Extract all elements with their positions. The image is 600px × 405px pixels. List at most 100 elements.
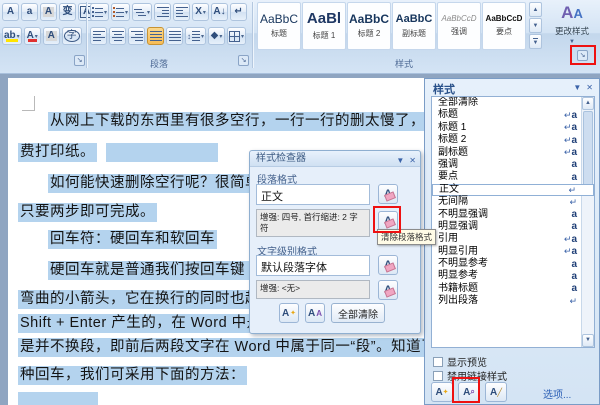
text-highlight-color-button[interactable]: ab ▾: [2, 27, 22, 45]
style-item-label: 不明显参考: [438, 258, 488, 270]
align-center-button[interactable]: [109, 27, 126, 45]
document-line[interactable]: 费打印纸。: [18, 143, 97, 162]
justify-button[interactable]: [147, 27, 164, 45]
gallery-scroll-down-button[interactable]: ▼: [529, 18, 542, 33]
style-type-icon: a: [571, 159, 577, 171]
font-color-icon: A: [26, 30, 34, 41]
style-list-item-正文[interactable]: 正文 ↵: [432, 183, 594, 197]
numbering-button[interactable]: ▾: [111, 3, 131, 21]
show-hide-marks-button[interactable]: ↵: [230, 3, 248, 21]
show-preview-checkbox[interactable]: [433, 356, 443, 367]
line-spacing-button[interactable]: ↕ ▾: [185, 27, 207, 45]
style-item-label: 列出段落: [438, 295, 478, 307]
style-list-item-不明显强调[interactable]: 不明显强调 a: [432, 209, 594, 221]
gallery-style-title[interactable]: AaBbC 标题: [257, 2, 301, 50]
document-line[interactable]: 种回车，我们可采用下面的方法：: [18, 366, 247, 385]
group-separator: [252, 2, 253, 68]
clear-formatting-icon: A: [42, 6, 55, 17]
gallery-style-h2[interactable]: AaBbC 标题 2: [347, 2, 391, 50]
character-shading-icon: A: [45, 30, 57, 41]
selection-block: [18, 392, 98, 405]
style-list-item-无间隔[interactable]: 无间隔 ↵: [432, 196, 594, 208]
style-list-item-不明显参考[interactable]: 不明显参考 a: [432, 258, 594, 270]
style-list-item-明显强调[interactable]: 明显强调 a: [432, 221, 594, 233]
borders-button[interactable]: ▾: [227, 27, 247, 45]
show-hide-marks-icon: ↵: [234, 6, 243, 17]
asian-layout-button[interactable]: X ▾: [192, 3, 210, 21]
multilevel-list-button[interactable]: ▾: [132, 3, 153, 21]
shading-button[interactable]: ◆ ▾: [208, 27, 226, 45]
disable-linked-styles-checkbox[interactable]: [433, 370, 443, 381]
annotation-box-clear-paragraph-button: [373, 206, 401, 233]
new-style-icon: ✦: [442, 389, 449, 396]
style-list-item-明显引用[interactable]: 明显引用 ↵a: [432, 246, 594, 258]
sort-button[interactable]: A↓: [211, 3, 229, 21]
reveal-formatting-button[interactable]: AA: [305, 303, 325, 323]
style-list-item-强调[interactable]: 强调 a: [432, 159, 594, 171]
decrease-indent-icon: [156, 7, 169, 17]
style-list-item-要点[interactable]: 要点 a: [432, 171, 594, 183]
styles-list: ▲ ▼ 全部清除 标题 ↵a 标题 1 ↵a 标题 2 ↵a 副标题 ↵a 强调 a 要点 a 正文 ↵ 无间…: [431, 96, 595, 348]
increase-indent-button[interactable]: [173, 3, 191, 21]
gallery-more-button[interactable]: ▼: [529, 34, 542, 49]
document-line[interactable]: 从网上下载的东西里有很多空行，一行一行的删太慢了，不删浪: [48, 112, 472, 131]
style-item-label: 强调: [438, 158, 458, 170]
font-group-row1: AaA变A: [2, 3, 96, 21]
clear-all-button[interactable]: 全部清除: [331, 303, 385, 323]
line-spacing-icon: ↕: [187, 31, 200, 41]
align-right-button[interactable]: [128, 27, 145, 45]
document-line[interactable]: 是并不换段，即前后两段文字在 Word 中属于同一“段”。知道了这两: [18, 338, 469, 357]
style-list-item-标题[interactable]: 标题 ↵a: [432, 109, 594, 121]
character-shading-button[interactable]: A: [42, 27, 60, 45]
style-list-item-全部清除[interactable]: 全部清除: [432, 97, 594, 109]
distributed-button[interactable]: [166, 27, 183, 45]
reset-character-style-button[interactable]: A: [378, 255, 398, 275]
phonetic-guide-button[interactable]: 变: [59, 3, 76, 21]
text-style-box[interactable]: 默认段落字体: [256, 255, 370, 276]
font-dialog-launcher-icon[interactable]: ↘: [74, 55, 85, 66]
font-color-button[interactable]: A ▾: [23, 27, 41, 45]
style-inspector-titlebar[interactable]: 样式检查器 ▼ ✕: [250, 151, 420, 167]
document-line[interactable]: 弯曲的小箭头，它在换行的同时也起着: [18, 290, 277, 309]
document-line[interactable]: 只要两步即可完成。: [18, 203, 157, 222]
paragraph-dialog-launcher-icon[interactable]: ↘: [238, 55, 249, 66]
dialog-menu-icon[interactable]: ▼: [396, 153, 404, 169]
gallery-style-h1[interactable]: AaBl 标题 1: [302, 2, 346, 50]
style-list-item-明显参考[interactable]: 明显参考 a: [432, 270, 594, 282]
grow-font-button[interactable]: A: [2, 3, 19, 21]
scroll-down-icon[interactable]: ▼: [582, 334, 594, 347]
bullets-button[interactable]: ▾: [90, 3, 110, 21]
text-plus-box[interactable]: 增强: <无>: [256, 280, 370, 299]
dialog-close-icon[interactable]: ✕: [409, 153, 416, 169]
paragraph-style-box[interactable]: 正文: [256, 184, 370, 205]
new-style-button[interactable]: A ✦: [431, 382, 453, 402]
style-label: 强调: [451, 26, 467, 36]
document-line[interactable]: 回车符：硬回车和软回车: [48, 230, 217, 249]
align-left-button[interactable]: [90, 27, 107, 45]
manage-styles-button[interactable]: A ╱: [485, 382, 507, 402]
style-item-label: 引用: [438, 233, 458, 245]
gallery-style-subtitle[interactable]: AaBbC 副标题: [392, 2, 436, 50]
style-list-item-书籍标题[interactable]: 书籍标题 a: [432, 283, 594, 295]
gallery-scroll-up-button[interactable]: ▲: [529, 2, 542, 17]
gallery-style-strong[interactable]: AaBbCcD 要点: [482, 2, 526, 50]
panel-close-icon[interactable]: ✕: [586, 83, 593, 92]
gallery-style-emphasis[interactable]: AaBbCcD 强调: [437, 2, 481, 50]
style-list-item-列出段落[interactable]: 列出段落 ↵: [432, 295, 594, 307]
chevron-down-icon: ▾: [125, 9, 129, 16]
options-link[interactable]: 选项...: [543, 386, 571, 401]
enclose-characters-button[interactable]: 字: [61, 27, 82, 45]
style-list-item-副标题[interactable]: 副标题 ↵a: [432, 147, 594, 159]
reset-paragraph-style-button[interactable]: A: [378, 184, 398, 204]
style-list-item-标题 2[interactable]: 标题 2 ↵a: [432, 134, 594, 146]
style-list-item-标题 1[interactable]: 标题 1 ↵a: [432, 122, 594, 134]
panel-menu-icon[interactable]: ▼: [573, 83, 581, 92]
paragraph-plus-box[interactable]: 增强: 四号, 首行缩进: 2 字符: [256, 209, 370, 237]
inspector-new-style-button[interactable]: A ✦: [279, 303, 299, 323]
shrink-font-button[interactable]: a: [21, 3, 38, 21]
style-list-item-引用[interactable]: 引用 ↵a: [432, 233, 594, 245]
clear-formatting-button[interactable]: A: [40, 3, 57, 21]
decrease-indent-button[interactable]: [154, 3, 172, 21]
asian-layout-icon: X: [195, 6, 202, 17]
clear-character-formatting-button[interactable]: A: [378, 280, 398, 300]
